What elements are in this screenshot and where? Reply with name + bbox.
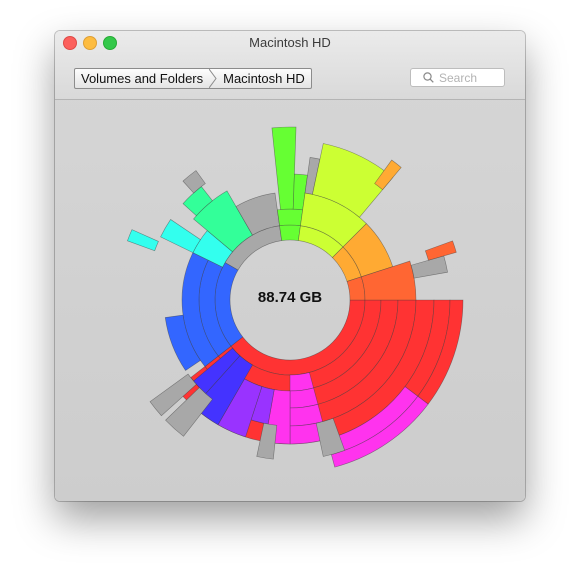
segment-cyan-b[interactable]: [160, 219, 201, 254]
app-window: Macintosh HD Volumes and Folders Macinto…: [55, 31, 525, 501]
window-title: Macintosh HD: [249, 35, 331, 50]
title-bar: Macintosh HD Volumes and Folders Macinto…: [55, 31, 525, 100]
segment-green-level-0[interactable]: [279, 224, 301, 241]
segment-magenta-inner-level-1[interactable]: [289, 372, 314, 392]
breadcrumb-item-volumes-and-folders[interactable]: Volumes and Folders: [75, 69, 209, 88]
search-icon: [423, 72, 434, 83]
search-placeholder: Search: [439, 70, 478, 85]
search-field[interactable]: Search: [410, 68, 505, 87]
breadcrumb: Volumes and Folders Macintosh HD: [74, 68, 312, 89]
breadcrumb-item-macintosh-hd[interactable]: Macintosh HD: [217, 69, 311, 88]
total-size-label: 88.74 GB: [257, 289, 323, 306]
breadcrumb-separator-icon: [209, 69, 217, 88]
segment-cyan-c[interactable]: [127, 229, 159, 252]
disk-usage-area: 88.74 GB: [55, 100, 525, 501]
segment-green[interactable]: [276, 208, 304, 227]
segment-magenta-inner-level-2[interactable]: [289, 387, 319, 409]
